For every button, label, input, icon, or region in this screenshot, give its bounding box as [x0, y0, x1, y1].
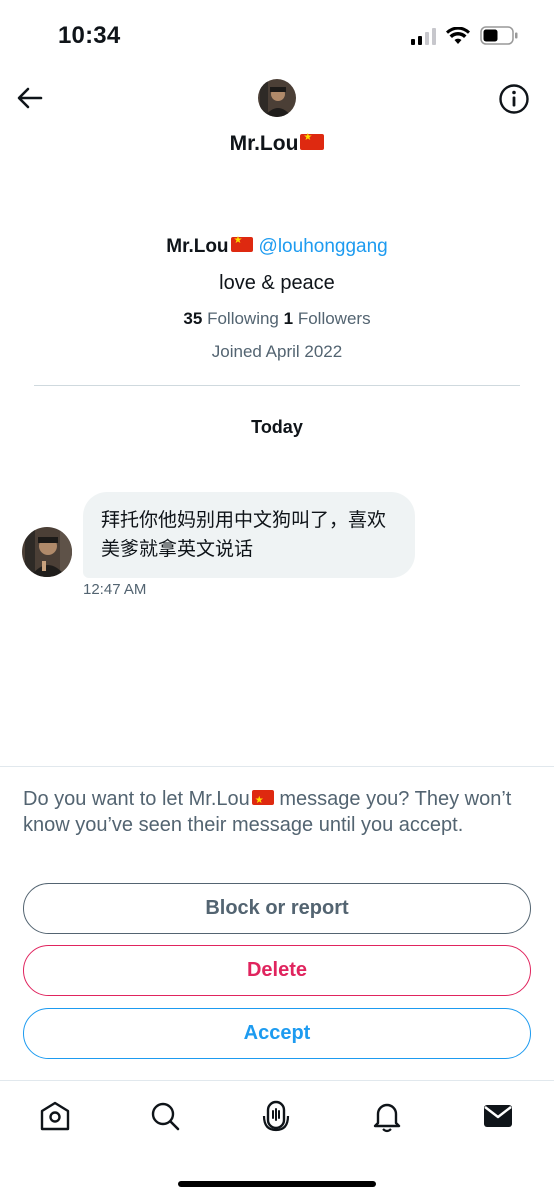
followers-label: Followers: [297, 309, 371, 328]
dm-request-screen: 10:34 Mr.Lou★ Mr.Lou★ @louhonggang love …: [0, 0, 554, 1200]
home-icon: [40, 1101, 70, 1131]
following-count: 35: [183, 309, 203, 328]
profile-identity[interactable]: Mr.Lou @louhonggang: [0, 235, 554, 258]
conversation-info-button[interactable]: [498, 83, 530, 115]
request-prompt-start: Do you want to let Mr.Lou: [23, 788, 250, 810]
china-flag-emoji: [251, 788, 274, 814]
message-timestamp: 12:47 AM: [83, 581, 147, 598]
avatar-image: [22, 527, 72, 577]
message-sender-avatar[interactable]: [22, 527, 72, 577]
cellular-signal-icon: [411, 27, 436, 45]
search-icon: [151, 1102, 180, 1131]
followers-stat[interactable]: 1 Followers: [284, 309, 371, 328]
china-flag-emoji: [300, 132, 325, 151]
notifications-icon: [373, 1103, 401, 1133]
info-icon: [499, 84, 529, 114]
spaces-icon: [262, 1100, 290, 1132]
header-title-text: Mr.Lou: [229, 132, 299, 155]
tab-home[interactable]: [37, 1098, 73, 1134]
header-title[interactable]: Mr.Lou: [0, 132, 554, 156]
tab-spaces[interactable]: [258, 1098, 294, 1134]
back-arrow-icon: [17, 87, 43, 109]
joined-date: Joined April 2022: [211, 342, 343, 361]
followers-count: 1: [283, 309, 294, 328]
profile-name: Mr.Lou: [166, 236, 229, 257]
header-avatar[interactable]: [258, 79, 296, 117]
profile-handle: @louhonggang: [258, 236, 388, 257]
tab-notifications[interactable]: [369, 1098, 405, 1134]
avatar-image: [258, 79, 296, 117]
china-flag-emoji: [230, 235, 253, 253]
profile-bio: love & peace: [219, 272, 335, 294]
tab-messages[interactable]: [480, 1098, 516, 1134]
message-request-prompt: Do you want to let Mr.Lou message you? T…: [23, 786, 523, 838]
accept-button[interactable]: Accept: [23, 1008, 531, 1059]
delete-button[interactable]: Delete: [23, 945, 531, 996]
wifi-icon: [446, 26, 470, 44]
status-time: 10:34: [58, 22, 121, 49]
message-bubble[interactable]: 拜托你他妈别用中文狗叫了，喜欢美爹就拿英文说话: [83, 492, 415, 578]
profile-divider: [34, 385, 520, 386]
status-icons: [411, 26, 518, 45]
follow-stats: 35 Following 1 Followers: [0, 309, 554, 329]
home-indicator[interactable]: [178, 1181, 376, 1187]
messages-icon: [484, 1105, 512, 1127]
following-label: Following: [207, 309, 279, 328]
day-separator: Today: [251, 417, 303, 437]
back-button[interactable]: [14, 82, 46, 114]
request-panel-divider: [0, 766, 554, 767]
tab-search[interactable]: [147, 1098, 183, 1134]
block-or-report-button[interactable]: Block or report: [23, 883, 531, 934]
following-stat[interactable]: 35 Following: [183, 309, 278, 328]
battery-icon: [480, 26, 518, 45]
tab-bar-divider: [0, 1080, 554, 1081]
